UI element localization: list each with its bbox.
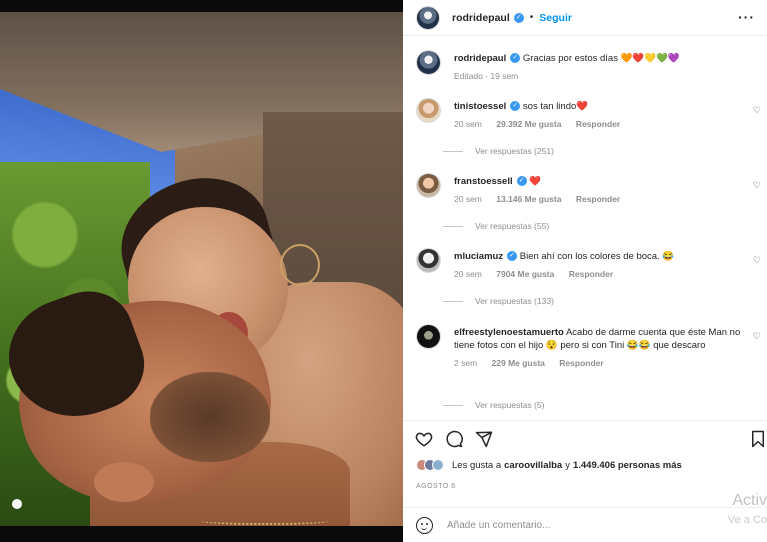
caption-emojis: 🧡❤️💛💚💜 <box>620 53 680 64</box>
post-date[interactable]: AGOSTO 6 <box>416 483 456 490</box>
separator-dot: • <box>529 12 534 23</box>
likes-row: Les gusta a caroovillalba y 1.449.406 pe… <box>416 459 682 471</box>
photo-beard <box>150 372 270 462</box>
view-replies[interactable]: Ver respuestas (133) <box>443 296 554 306</box>
verified-icon: ✓ <box>516 176 527 187</box>
post-photo[interactable] <box>0 0 403 542</box>
caption-meta: Editado · 19 sem <box>454 70 754 83</box>
view-replies[interactable]: Ver respuestas (55) <box>443 221 549 231</box>
view-replies-label[interactable]: Ver respuestas (251) <box>475 146 554 156</box>
commenter-avatar[interactable] <box>416 173 441 198</box>
caption-username[interactable]: rodridepaul <box>454 53 506 64</box>
verified-icon: ✓ <box>510 53 521 64</box>
edited-label: Editado · 19 sem <box>454 71 519 81</box>
comment-username[interactable]: tinistoessel <box>454 101 506 112</box>
comment-text: sos tan lindo <box>522 101 577 112</box>
comment-meta: 2 sem 229 Me gusta Responder <box>454 357 744 370</box>
emoji-icon[interactable] <box>416 516 433 534</box>
comment-likes[interactable]: 7904 Me gusta <box>496 269 554 279</box>
comment-like-heart-icon[interactable]: ♡ <box>753 255 761 266</box>
photo-earring <box>280 244 320 286</box>
verified-icon: ✓ <box>507 251 518 262</box>
photo-man-ear <box>94 462 154 502</box>
caption-text: Gracias por estos días <box>522 53 618 64</box>
post-header: rodridepaul ✓ • Seguir ··· <box>403 0 767 36</box>
heart-icon[interactable] <box>415 430 433 448</box>
author-username[interactable]: rodridepaul <box>452 12 510 24</box>
comment-likes[interactable]: 29.392 Me gusta <box>496 119 561 129</box>
liker-avatar <box>432 459 444 471</box>
comment-body: tinistoessel ✓ sos tan lindo❤️ 20 sem 29.… <box>454 100 754 131</box>
comment-body: mluciamuz ✓ Bien ahí con los colores de b… <box>454 250 754 281</box>
comment-body: elfreestylenoestamuerto Acabo de darme c… <box>454 326 744 370</box>
post-panel: rodridepaul ✓ • Seguir ··· rodridepaul ✓ … <box>403 0 767 542</box>
verified-icon: ✓ <box>510 101 521 112</box>
comments-list[interactable]: rodridepaul ✓ Gracias por estos días 🧡❤️💛… <box>403 36 767 420</box>
comment-emoji: 😂 <box>662 251 675 262</box>
replies-line <box>443 150 463 152</box>
comment-meta: 20 sem 29.392 Me gusta Responder <box>454 118 754 131</box>
comment-meta: 20 sem 7904 Me gusta Responder <box>454 268 754 281</box>
comment-username[interactable]: franstoessell <box>454 176 513 187</box>
comment-icon[interactable] <box>445 430 463 448</box>
view-replies[interactable]: Ver respuestas (251) <box>443 146 554 156</box>
view-replies-label[interactable]: Ver respuestas (55) <box>475 221 549 231</box>
comment-like-heart-icon[interactable]: ♡ <box>753 180 761 191</box>
comment-time[interactable]: 2 sem <box>454 358 477 368</box>
comment-time[interactable]: 20 sem <box>454 194 482 204</box>
bookmark-icon[interactable] <box>749 430 767 448</box>
replies-line <box>443 404 463 406</box>
comment-emoji: ❤️ <box>529 176 542 187</box>
comment-username[interactable]: mluciamuz <box>454 251 503 262</box>
commenter-avatar[interactable] <box>416 324 441 349</box>
replies-line <box>443 225 463 227</box>
comment-body: franstoessell ✓ ❤️ 20 sem 13.146 Me gusta… <box>454 175 754 206</box>
add-comment-input[interactable]: Añade un comentario... <box>447 520 550 531</box>
comment-emoji: ❤️ <box>576 101 589 112</box>
likes-prefix: Les gusta a <box>452 459 502 471</box>
view-replies-label[interactable]: Ver respuestas (5) <box>475 400 544 410</box>
photo-chain <box>200 517 330 525</box>
follow-button[interactable]: Seguir <box>539 12 572 24</box>
reply-button[interactable]: Responder <box>576 119 620 129</box>
reply-button[interactable]: Responder <box>569 269 613 279</box>
view-replies-label[interactable]: Ver respuestas (133) <box>475 296 554 306</box>
commenter-avatar[interactable] <box>416 98 441 123</box>
reply-button[interactable]: Responder <box>559 358 603 368</box>
comment-text: Bien ahí con los colores de boca. <box>519 251 660 262</box>
author-avatar[interactable] <box>416 50 441 75</box>
comment-meta: 20 sem 13.146 Me gusta Responder <box>454 193 754 206</box>
reply-button[interactable]: Responder <box>576 194 620 204</box>
verified-icon: ✓ <box>513 12 524 23</box>
more-icon[interactable]: ··· <box>738 9 755 25</box>
likes-user[interactable]: caroovillalba <box>504 460 562 471</box>
add-comment-bar: Añade un comentario... <box>403 507 767 542</box>
likes-count[interactable]: 1.449.406 personas más <box>573 460 682 471</box>
photo-frame <box>0 12 403 526</box>
comment-likes[interactable]: 13.146 Me gusta <box>496 194 561 204</box>
tag-dot-icon[interactable] <box>12 499 22 509</box>
likes-mid: y <box>565 459 570 471</box>
share-icon[interactable] <box>475 430 493 448</box>
comment-like-heart-icon[interactable]: ♡ <box>753 105 761 116</box>
caption-body: rodridepaul ✓ Gracias por estos días 🧡❤️💛… <box>454 52 754 83</box>
comment-like-heart-icon[interactable]: ♡ <box>753 331 761 342</box>
commenter-avatar[interactable] <box>416 248 441 273</box>
action-bar <box>403 420 767 458</box>
comment-username[interactable]: elfreestylenoestamuerto <box>454 327 564 338</box>
comment-time[interactable]: 20 sem <box>454 119 482 129</box>
comment-time[interactable]: 20 sem <box>454 269 482 279</box>
comment-likes[interactable]: 229 Me gusta <box>492 358 545 368</box>
view-replies[interactable]: Ver respuestas (5) <box>443 400 544 410</box>
replies-line <box>443 300 463 302</box>
liker-avatars[interactable] <box>416 459 444 471</box>
activation-watermark: Activ <box>732 492 767 509</box>
author-avatar[interactable] <box>416 5 440 30</box>
activation-watermark-sub: Ve a Co <box>727 514 767 526</box>
